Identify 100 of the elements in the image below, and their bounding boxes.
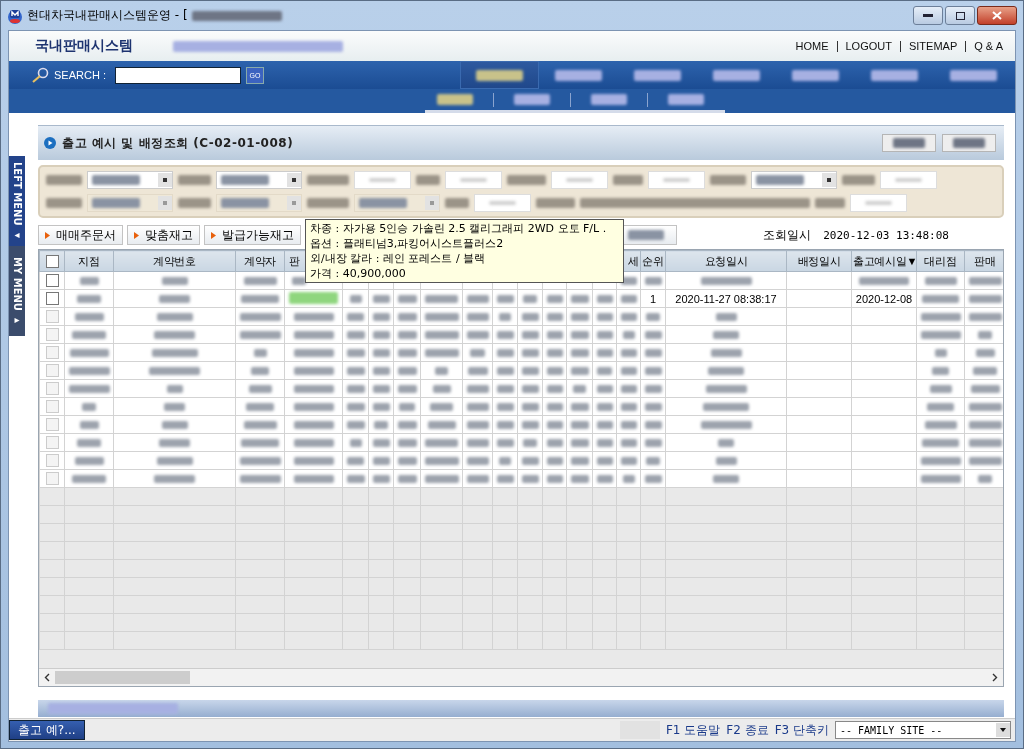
side-tab[interactable]: LEFT MENU ◂ xyxy=(9,156,25,246)
blurred-text xyxy=(507,175,546,185)
blurred-text xyxy=(241,294,279,303)
input-field[interactable] xyxy=(474,194,531,212)
header-link[interactable]: LOGOUT xyxy=(845,40,892,52)
row-checkbox[interactable] xyxy=(45,292,59,306)
blurred-text xyxy=(466,294,489,303)
blurred-text xyxy=(496,330,514,339)
blurred-text xyxy=(620,366,637,375)
column-header[interactable]: 판 xyxy=(289,254,300,267)
blurred-text xyxy=(715,312,737,321)
blurred-text xyxy=(703,402,749,411)
blurred-text xyxy=(644,276,662,285)
blurred-text xyxy=(644,366,662,375)
blurred-text xyxy=(842,175,875,185)
minimize-button[interactable] xyxy=(913,6,943,25)
query-time-label: 조회일시 xyxy=(763,226,812,244)
blurred-text xyxy=(346,384,365,393)
blurred-text xyxy=(644,384,662,393)
blurred-text xyxy=(620,294,637,303)
action-button[interactable]: 맞춤재고 xyxy=(127,225,200,245)
blurred-button[interactable] xyxy=(942,134,996,152)
blurred-text xyxy=(347,312,364,321)
input-field[interactable] xyxy=(551,171,608,189)
blurred-text xyxy=(397,420,417,429)
close-button[interactable] xyxy=(977,6,1017,25)
blurred-text xyxy=(239,312,281,321)
blurred-text xyxy=(466,330,489,339)
blurred-text xyxy=(397,384,417,393)
row-checkbox[interactable] xyxy=(45,274,59,288)
blurred-text xyxy=(644,474,662,483)
blurred-text xyxy=(397,312,417,321)
blurred-button[interactable] xyxy=(882,134,936,152)
input-field[interactable] xyxy=(880,171,937,189)
blurred-text xyxy=(644,402,662,411)
blurred-text xyxy=(596,348,613,357)
family-site-dropdown[interactable]: -- FAMILY SITE -- xyxy=(835,721,1011,739)
action-button[interactable]: 매매주문서 xyxy=(38,225,123,245)
blurred-text xyxy=(347,456,364,465)
blurred-text xyxy=(178,175,211,185)
blurred-text xyxy=(470,348,485,357)
action-button[interactable]: 발급가능재고 xyxy=(204,225,301,245)
blurred-text xyxy=(435,366,448,375)
blurred-text xyxy=(521,456,539,465)
play-circle-icon xyxy=(44,137,56,149)
blurred-text xyxy=(154,474,195,483)
blurred-text xyxy=(546,420,563,429)
blurred-text xyxy=(920,312,961,321)
input-field[interactable] xyxy=(354,171,411,189)
blurred-text xyxy=(346,348,365,357)
blurred-text xyxy=(622,474,635,483)
blurred-text xyxy=(705,384,747,393)
blurred-text xyxy=(241,438,279,447)
blurred-text xyxy=(978,474,992,483)
blurred-text xyxy=(521,402,539,411)
horizontal-scrollbar[interactable] xyxy=(39,668,1003,686)
input-field[interactable] xyxy=(850,194,907,212)
blurred-text xyxy=(349,438,362,447)
blurred-text xyxy=(546,474,563,483)
blurred-text xyxy=(546,348,563,357)
blurred-text xyxy=(307,198,349,208)
blurred-text xyxy=(239,330,281,339)
blurred-text xyxy=(466,474,489,483)
blurred-text xyxy=(253,348,267,357)
blurred-text xyxy=(430,402,453,411)
blurred-text xyxy=(546,402,563,411)
maximize-button[interactable] xyxy=(945,6,975,25)
header-link[interactable]: HOME xyxy=(795,40,829,52)
dropdown[interactable] xyxy=(751,171,837,189)
task-tab[interactable]: 출고 예?... xyxy=(9,720,85,740)
blurred-text xyxy=(521,420,539,429)
blurred-text xyxy=(149,366,200,375)
side-tab[interactable]: MY MENU ▸ xyxy=(9,246,25,336)
menu-tab[interactable] xyxy=(460,61,539,89)
blurred-text xyxy=(570,366,589,375)
blurred-text xyxy=(710,348,742,357)
dropdown[interactable] xyxy=(216,171,302,189)
blurred-text xyxy=(74,456,104,465)
blurred-text xyxy=(934,348,947,357)
header-link[interactable]: SITEMAP xyxy=(908,40,958,52)
blurred-text xyxy=(154,330,195,339)
input-field[interactable] xyxy=(648,171,705,189)
search-field[interactable] xyxy=(114,66,241,84)
header-link[interactable]: Q & A xyxy=(974,40,1003,52)
brand-title: 국내판매시스템 xyxy=(35,37,133,55)
blurred-text xyxy=(307,175,349,185)
close-icon xyxy=(992,11,1002,20)
blurred-text xyxy=(372,312,390,321)
blurred-text xyxy=(68,366,110,375)
dropdown[interactable] xyxy=(87,171,173,189)
blurred-text xyxy=(397,456,417,465)
select-all-checkbox[interactable] xyxy=(45,254,59,268)
blurred-text xyxy=(424,330,459,339)
blurred-text xyxy=(596,420,613,429)
blurred-text xyxy=(72,474,106,483)
blurred-text xyxy=(622,330,635,339)
triangle-icon xyxy=(45,231,50,239)
blurred-text xyxy=(596,438,613,447)
blurred-text xyxy=(161,276,188,285)
input-field[interactable] xyxy=(445,171,502,189)
